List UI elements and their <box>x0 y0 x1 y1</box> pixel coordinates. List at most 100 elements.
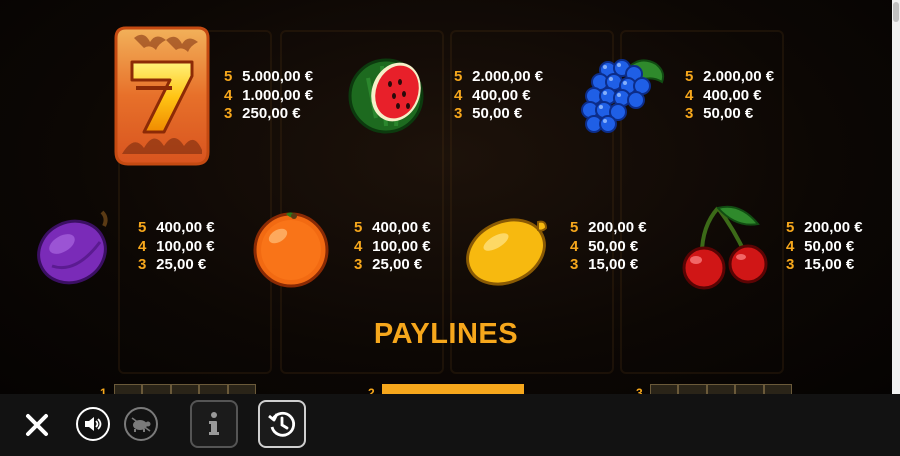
payline-cell <box>735 384 764 394</box>
payout-count: 3 <box>138 256 147 273</box>
payout-count: 4 <box>570 237 579 255</box>
payout-row: 3 50,00 € <box>454 105 543 124</box>
payout-row: 3 50,00 € <box>685 105 774 124</box>
payout-row: 5 200,00 € <box>570 219 647 238</box>
payline-cell <box>467 384 496 394</box>
payout-amount: 200,00 € <box>588 219 647 236</box>
payout-amount: 400,00 € <box>472 86 531 104</box>
grapes-payouts: 5 2.000,00 € 4 400,00 € 3 50,00 € <box>685 68 774 124</box>
payout-amount: 25,00 € <box>372 256 423 273</box>
payout-count: 4 <box>224 86 233 104</box>
turbo-button[interactable] <box>124 407 158 441</box>
payout-amount: 50,00 € <box>588 237 639 255</box>
payout-count: 4 <box>354 237 363 255</box>
bottom-toolbar <box>0 394 900 456</box>
payout-amount: 2.000,00 € <box>703 68 775 85</box>
payline-cell <box>650 384 679 394</box>
lemon-payouts: 5 200,00 € 4 50,00 € 3 15,00 € <box>570 219 647 275</box>
payline-cell <box>678 384 707 394</box>
payout-count: 4 <box>454 86 463 104</box>
info-button[interactable] <box>190 400 238 448</box>
payout-amount: 250,00 € <box>242 105 301 122</box>
payout-row: 3 25,00 € <box>138 256 215 275</box>
payout-count: 5 <box>354 219 363 236</box>
scrollbar[interactable] <box>892 0 900 394</box>
payout-count: 5 <box>138 219 147 236</box>
close-button[interactable] <box>20 408 54 442</box>
payout-row: 3 15,00 € <box>786 256 863 275</box>
payout-count: 5 <box>786 219 795 236</box>
payout-count: 3 <box>786 256 795 273</box>
payout-row: 4 50,00 € <box>786 238 863 257</box>
payline-diagram <box>382 384 525 394</box>
payout-row: 4 400,00 € <box>685 87 774 106</box>
orange-symbol-icon <box>250 206 334 290</box>
payout-count: 3 <box>454 105 463 122</box>
payout-row: 4 400,00 € <box>454 87 543 106</box>
payline-cell <box>410 384 439 394</box>
watermelon-payouts: 5 2.000,00 € 4 400,00 € 3 50,00 € <box>454 68 543 124</box>
payout-amount: 1.000,00 € <box>242 86 314 104</box>
payout-row: 5 200,00 € <box>786 219 863 238</box>
close-icon <box>26 414 48 436</box>
payout-row: 4 100,00 € <box>138 238 215 257</box>
payout-count: 3 <box>685 105 694 122</box>
orange-payouts: 5 400,00 € 4 100,00 € 3 25,00 € <box>354 219 431 275</box>
payout-amount: 15,00 € <box>804 256 855 273</box>
payout-amount: 50,00 € <box>472 105 523 122</box>
payline-cell <box>495 384 525 394</box>
sound-button[interactable] <box>76 407 110 441</box>
lemon-symbol-icon <box>464 208 554 290</box>
payout-count: 4 <box>786 237 795 255</box>
payline-cell <box>382 384 411 394</box>
payout-count: 3 <box>354 256 363 273</box>
history-button[interactable] <box>258 400 306 448</box>
info-icon <box>209 412 219 435</box>
cherries-payouts: 5 200,00 € 4 50,00 € 3 15,00 € <box>786 219 863 275</box>
payout-amount: 400,00 € <box>703 86 762 104</box>
payline-number: 1 <box>100 386 107 394</box>
payline-cell <box>142 384 171 394</box>
paytable-screen: 5 5.000,00 € 4 1.000,00 € 3 250,00 € 5 2… <box>0 0 892 394</box>
payout-count: 5 <box>454 68 463 85</box>
payline-number: 3 <box>636 386 643 394</box>
payout-amount: 400,00 € <box>156 219 215 236</box>
payout-count: 4 <box>138 237 147 255</box>
scrollbar-thumb[interactable] <box>893 2 899 22</box>
payout-amount: 50,00 € <box>703 105 754 122</box>
payout-row: 4 100,00 € <box>354 238 431 257</box>
payout-row: 5 400,00 € <box>138 219 215 238</box>
payline-cell <box>114 384 143 394</box>
payout-row: 4 50,00 € <box>570 238 647 257</box>
payout-amount: 2.000,00 € <box>472 68 544 85</box>
seven-payouts: 5 5.000,00 € 4 1.000,00 € 3 250,00 € <box>224 68 313 124</box>
paylines-title: PAYLINES <box>373 318 519 350</box>
payout-amount: 100,00 € <box>372 237 431 255</box>
payout-count: 3 <box>570 256 579 273</box>
speaker-icon <box>85 417 102 431</box>
payout-amount: 15,00 € <box>588 256 639 273</box>
payline-cell <box>763 384 793 394</box>
payout-amount: 100,00 € <box>156 237 215 255</box>
history-icon <box>268 411 296 437</box>
payout-amount: 200,00 € <box>804 219 863 236</box>
watermelon-symbol-icon <box>346 54 428 136</box>
payout-amount: 400,00 € <box>372 219 431 236</box>
cherries-symbol-icon <box>678 202 774 292</box>
payout-row: 5 2.000,00 € <box>685 68 774 87</box>
grapes-symbol-icon <box>578 54 668 136</box>
payout-row: 3 15,00 € <box>570 256 647 275</box>
seven-symbol-icon <box>112 24 212 168</box>
payout-row: 5 400,00 € <box>354 219 431 238</box>
turtle-icon <box>131 417 151 432</box>
payline-cell <box>438 384 468 394</box>
payout-count: 5 <box>570 219 579 236</box>
payout-amount: 5.000,00 € <box>242 68 314 85</box>
payout-count: 3 <box>224 105 233 122</box>
payout-row: 3 250,00 € <box>224 105 313 124</box>
payout-count: 4 <box>685 86 694 104</box>
plum-payouts: 5 400,00 € 4 100,00 € 3 25,00 € <box>138 219 215 275</box>
payout-row: 4 1.000,00 € <box>224 87 313 106</box>
payout-count: 5 <box>224 68 233 85</box>
payout-amount: 25,00 € <box>156 256 207 273</box>
